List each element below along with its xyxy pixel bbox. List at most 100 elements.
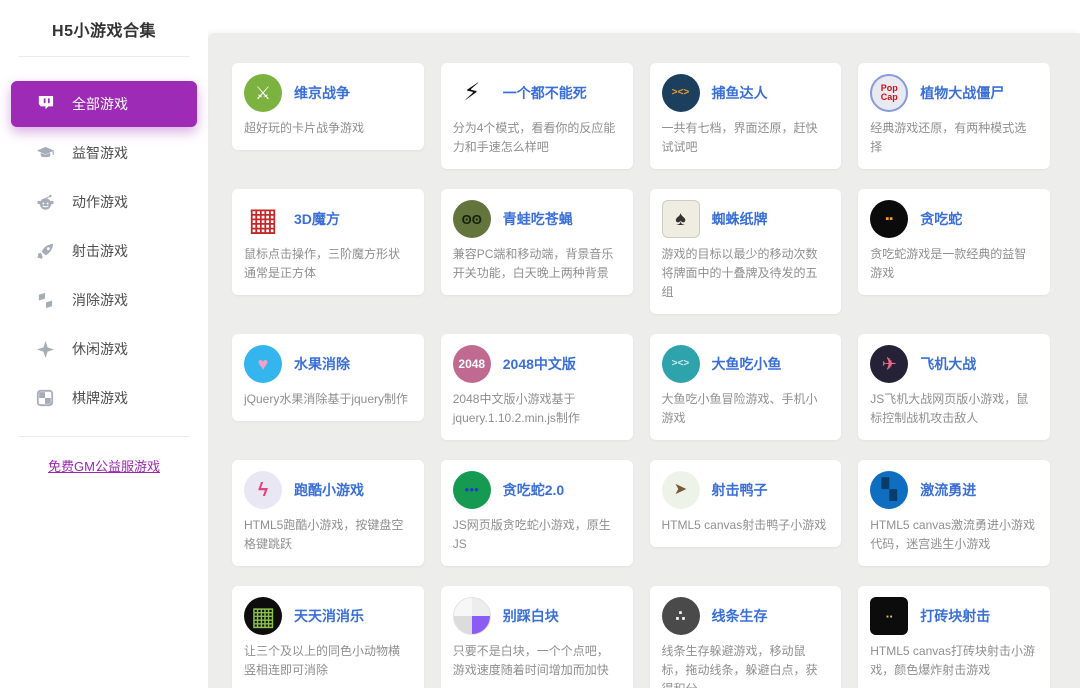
game-card: ∴ 线条生存线条生存躲避游戏，移动鼠标，拖动线条，躲避白点，获得积分 [649,586,842,688]
blocks-icon [35,290,55,310]
twitch-icon [35,94,55,114]
game-card: ><> 大鱼吃小鱼 大鱼吃小鱼冒险游戏、手机小游戏 [649,334,842,440]
game-description: 贪吃蛇游戏是一款经典的益智游戏 [870,247,1027,280]
sidebar-item-shooting-games[interactable]: 射击游戏 [0,228,208,274]
game-title-link[interactable]: 大鱼吃小鱼 [712,354,782,374]
game-card: ▦ 天天消消乐让三个及以上的同色小动物横竖相连即可消除 [232,586,424,688]
game-card-header: ●●● 贪吃蛇2.0 [452,471,621,509]
sidebar-item-board-games[interactable]: 棋牌游戏 [0,375,208,421]
game-card: ∙∙ 打砖块射击 HTML5 canvas打砖块射击小游戏，颜色爆炸射击游戏 [858,586,1050,688]
game-description: 让三个及以上的同色小动物横竖相连即可消除 [244,644,401,677]
game-title-link[interactable]: 激流勇进 [920,480,976,500]
game-title-link[interactable]: 贪吃蛇2.0 [503,480,564,500]
game-card: Pop Cap 植物大战僵尸经典游戏还原，有两种模式选择 [858,63,1050,169]
game-card-header: ▚ 激流勇进 [870,471,1038,509]
sidebar-item-label: 休闲游戏 [72,341,128,357]
parkour-icon: ϟ [244,471,282,509]
game-title-link[interactable]: 线条生存 [712,606,768,626]
game-description: HTML5 canvas射击鸭子小游戏 [661,518,827,532]
game-title-link[interactable]: 植物大战僵尸 [920,83,1004,103]
game-title-link[interactable]: 跑酷小游戏 [294,480,364,500]
game-card-header: ➤ 射击鸭子 [661,471,830,509]
game-title-link[interactable]: 蜘蛛纸牌 [712,209,768,229]
fishing-master-icon: ><> [661,74,700,112]
snake-icon: ▪▪ [870,200,909,238]
game-title-link[interactable]: 3D魔方 [294,209,340,229]
sidebar-item-all-games[interactable]: 全部游戏 [11,81,197,127]
sidebar-item-label: 全部游戏 [72,96,128,112]
game-card: ♠ 蜘蛛纸牌 游戏的目标以最少的移动次数将牌面中的十叠牌及待发的五组 [649,189,842,314]
game-title-link[interactable]: 打砖块射击 [920,606,990,626]
board-icon [35,388,55,408]
sidebar-item-puzzle-games[interactable]: 益智游戏 [0,130,208,176]
game-description: jQuery水果消除基于jquery制作 [244,392,409,406]
game-card-header: ✈ 飞机大战 [870,345,1038,383]
game-card-header: ♠ 蜘蛛纸牌 [661,200,830,238]
game-description: HTML5 canvas激流勇进小游戏代码，迷宫逃生小游戏 [870,518,1035,551]
reddit-icon [35,192,55,212]
game-description: HTML5跑酷小游戏，按键盘空格键跳跃 [244,518,404,551]
game-card-header: ><> 捕鱼达人 [661,74,830,112]
sidebar-item-label: 消除游戏 [72,292,128,308]
game-description: 一共有七档，界面还原，赶快试试吧 [661,121,818,154]
game-description: 线条生存躲避游戏，移动鼠标，拖动线条，躲避白点，获得积分 [661,644,818,688]
icon-2048: 2048 [452,345,491,383]
game-card: ➤ 射击鸭子 HTML5 canvas射击鸭子小游戏 [649,460,842,547]
game-card-header: ▦ 天天消消乐 [244,597,412,635]
game-card-header: ♥ 水果消除 [244,345,412,383]
sidebar-item-match-games[interactable]: 消除游戏 [0,277,208,323]
plane-war-icon: ✈ [870,345,909,383]
game-card-header: 2048 2048中文版 [452,345,621,383]
game-title-link[interactable]: 水果消除 [294,354,350,374]
game-description: JS网页版贪吃蛇小游戏，原生JS [452,518,611,551]
game-card: ϟ 跑酷小游戏 HTML5跑酷小游戏，按键盘空格键跳跃 [232,460,424,566]
popcap-logo-icon: Pop Cap [870,74,909,112]
game-description: 分为4个模式，看看你的反应能力和手速怎么样吧 [452,121,616,154]
sidebar-item-action-games[interactable]: 动作游戏 [0,179,208,225]
game-title-link[interactable]: 飞机大战 [920,354,976,374]
game-card-header: ⚡ 一个都不能死 [452,74,621,112]
game-card-header: ϟ 跑酷小游戏 [244,471,412,509]
game-description: 只要不是白块，一个个点吧，游戏速度随着时间增加而加快 [452,644,609,677]
game-card: ♥ 水果消除 jQuery水果消除基于jquery制作 [232,334,424,421]
brick-shoot-icon: ∙∙ [870,597,909,635]
game-title-link[interactable]: 捕鱼达人 [712,83,768,103]
game-card: ▚ 激流勇进 HTML5 canvas激流勇进小游戏代码，迷宫逃生小游戏 [858,460,1050,566]
shuriken-icon [35,339,55,359]
game-title-link[interactable]: 青蛙吃苍蝇 [503,209,573,229]
fruit-match-icon: ♥ [244,345,282,383]
game-card: ▦ 3D魔方 鼠标点击操作，三阶魔方形状通常是正方体 [232,189,424,295]
game-card-header: ▪▪ 贪吃蛇 [870,200,1038,238]
game-card: ▪▪ 贪吃蛇贪吃蛇游戏是一款经典的益智游戏 [858,189,1050,295]
game-title-link[interactable]: 射击鸭子 [712,480,768,500]
rapids-icon: ▚ [870,471,909,509]
game-title-link[interactable]: 别踩白块 [503,606,559,626]
game-title-link[interactable]: 维京战争 [294,83,350,103]
sidebar-item-casual-games[interactable]: 休闲游戏 [0,326,208,372]
line-survival-icon: ∴ [661,597,700,635]
game-title-link[interactable]: 2048中文版 [503,354,576,374]
spider-solitaire-icon: ♠ [661,200,700,238]
game-card-header: ⚔ 维京战争 [244,74,412,112]
game-card-header: ∴ 线条生存 [661,597,830,635]
gm-free-server-link[interactable]: 免费GM公益服游戏 [48,459,160,474]
running-man-icon: ⚡ [452,74,491,112]
game-title-link[interactable]: 天天消消乐 [294,606,364,626]
sidebar-item-label: 动作游戏 [72,194,128,210]
graduation-cap-icon [35,143,55,163]
sidebar-divider-bottom [18,436,190,437]
game-title-link[interactable]: 一个都不能死 [503,83,587,103]
snake2-icon: ●●● [452,471,491,509]
game-card: ⚔ 维京战争 超好玩的卡片战争游戏 [232,63,424,150]
game-card-header: 别踩白块 [452,597,621,635]
sidebar-item-label: 射击游戏 [72,243,128,259]
game-card-header: Pop Cap 植物大战僵尸 [870,74,1038,112]
game-title-link[interactable]: 贪吃蛇 [920,209,962,229]
games-grid: ⚔ 维京战争 超好玩的卡片战争游戏 ⚡ 一个都不能死分为4个模式，看看你的反应能力和手速… [232,63,1050,688]
game-description: 经典游戏还原，有两种模式选择 [870,121,1027,154]
game-card-header: ʘʘ 青蛙吃苍蝇 [452,200,621,238]
game-card: 2048 2048中文版 2048中文版小游戏基于jquery.1.10.2.min… [440,334,633,440]
big-fish-icon: ><> [661,345,700,383]
game-card-header: ▦ 3D魔方 [244,200,412,238]
sidebar-item-label: 棋牌游戏 [72,390,128,406]
